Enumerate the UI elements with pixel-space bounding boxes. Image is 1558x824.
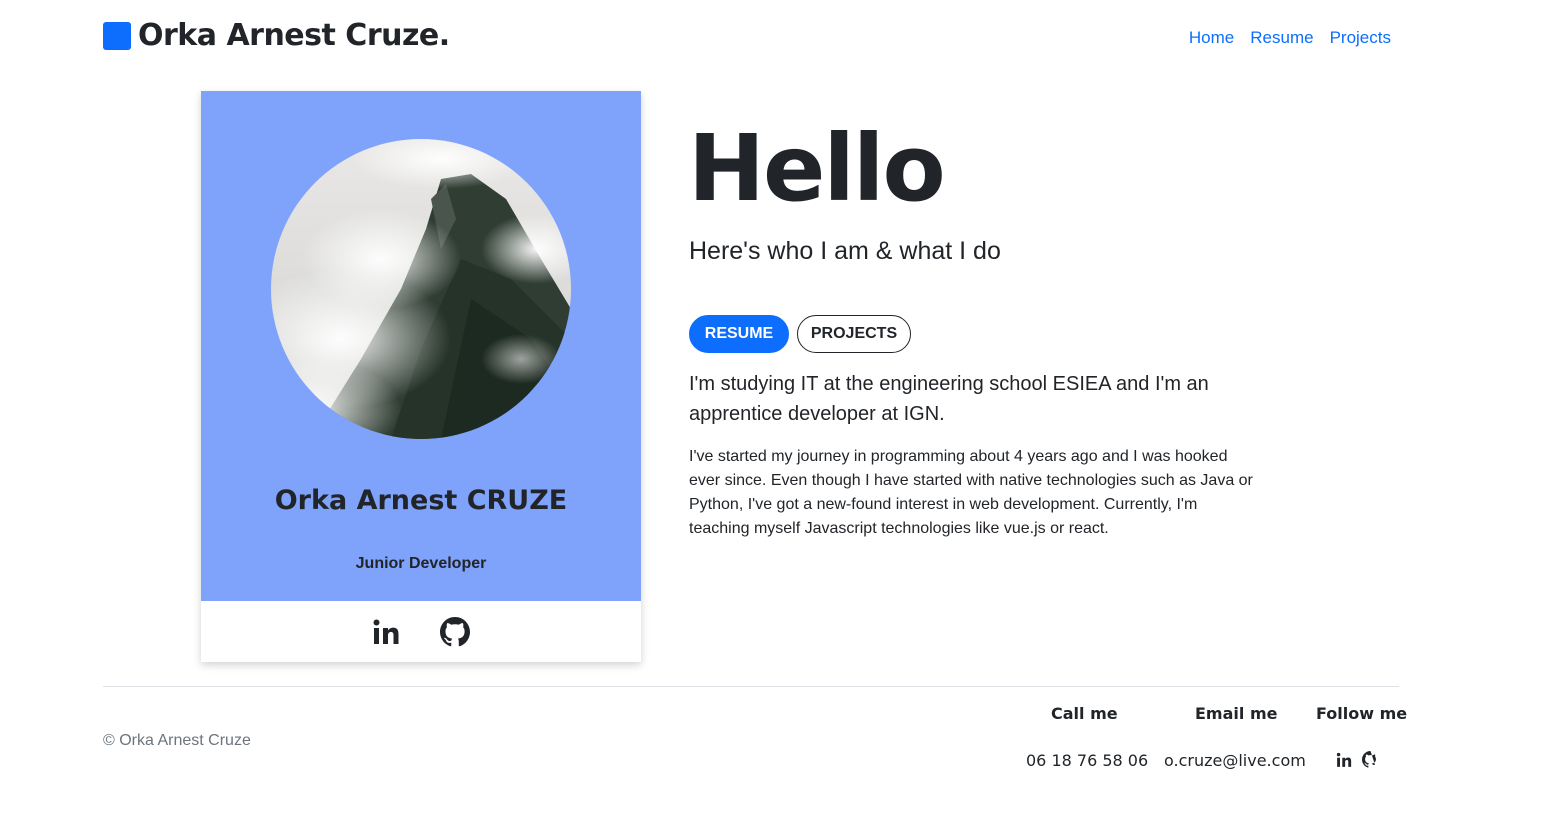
linkedin-icon[interactable]: [372, 618, 400, 646]
intro-lead: I'm studying IT at the engineering schoo…: [689, 373, 1209, 425]
resume-button[interactable]: RESUME: [689, 315, 789, 353]
footer-copyright: © Orka Arnest Cruze: [103, 732, 251, 749]
profile-social-links: [201, 601, 641, 662]
footer-follow-label: Follow me: [1316, 704, 1408, 723]
projects-button[interactable]: PROJECTS: [797, 315, 911, 353]
hero-buttons: RESUME PROJECTS: [689, 315, 911, 353]
github-icon[interactable]: [1362, 751, 1379, 768]
footer-phone[interactable]: 06 18 76 58 06: [1026, 751, 1148, 770]
profile-photo: [271, 139, 571, 439]
brand[interactable]: Orka Arnest Cruze.: [103, 18, 450, 53]
brand-name: Orka Arnest Cruze.: [138, 18, 450, 53]
footer-email-label: Email me: [1195, 704, 1278, 723]
footer-email[interactable]: o.cruze@live.com: [1164, 751, 1306, 770]
github-icon[interactable]: [440, 616, 470, 647]
linkedin-icon[interactable]: [1336, 752, 1352, 768]
hero-title: Hello: [688, 115, 946, 222]
nav-projects-link[interactable]: Projects: [1330, 28, 1391, 48]
intro-body: I've started my journey in programming a…: [689, 448, 1253, 537]
footer-divider: [103, 686, 1399, 687]
footer-social-links: [1336, 751, 1379, 768]
main-nav: Home Resume Projects: [1189, 28, 1391, 48]
profile-name: Orka Arnest CRUZE: [274, 485, 568, 516]
profile-card: Orka Arnest CRUZE Junior Developer: [201, 91, 641, 662]
brand-logo-icon: [103, 21, 131, 50]
nav-home-link[interactable]: Home: [1189, 28, 1234, 48]
nav-resume-link[interactable]: Resume: [1250, 28, 1313, 48]
site-header: Orka Arnest Cruze. Home Resume Projects: [103, 18, 1399, 60]
hero-subtitle: Here's who I am & what I do: [689, 237, 1001, 265]
footer-call-label: Call me: [1051, 704, 1118, 723]
profile-card-header: Orka Arnest CRUZE Junior Developer: [201, 91, 641, 601]
profile-role: Junior Developer: [355, 555, 487, 572]
